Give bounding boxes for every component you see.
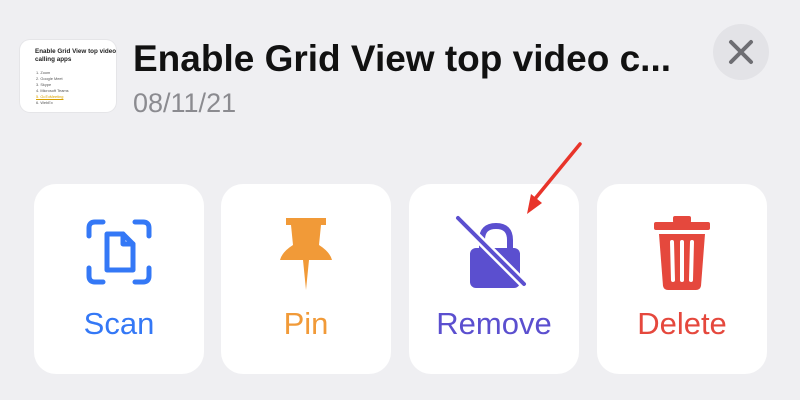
- lock-slash-icon: [456, 216, 526, 288]
- note-title: Enable Grid View top video c...: [133, 38, 671, 79]
- delete-label: Delete: [637, 306, 727, 341]
- thumbnail-list: 1. Zoom 2. Google Meet 3. Skype 4. Micro…: [36, 70, 114, 106]
- document-scan-icon: [86, 219, 152, 285]
- thumbnail-list-item: 6. WebEx: [36, 100, 53, 105]
- thumbnail-heading: Enable Grid View top video calling apps: [35, 48, 116, 63]
- scan-button[interactable]: Scan: [34, 184, 204, 374]
- note-thumbnail[interactable]: Enable Grid View top video calling apps …: [20, 40, 116, 112]
- pin-button[interactable]: Pin: [221, 184, 391, 374]
- trash-icon: [654, 216, 710, 290]
- remove-label: Remove: [436, 306, 552, 341]
- pushpin-icon: [280, 218, 332, 290]
- note-actions-sheet: Enable Grid View top video calling apps …: [0, 0, 800, 400]
- close-button[interactable]: [713, 24, 769, 80]
- delete-button[interactable]: Delete: [597, 184, 767, 374]
- scan-label: Scan: [83, 306, 155, 341]
- close-icon: [729, 40, 753, 64]
- remove-lock-button[interactable]: Remove: [409, 184, 579, 374]
- pin-label: Pin: [283, 306, 329, 341]
- note-date: 08/11/21: [133, 88, 237, 118]
